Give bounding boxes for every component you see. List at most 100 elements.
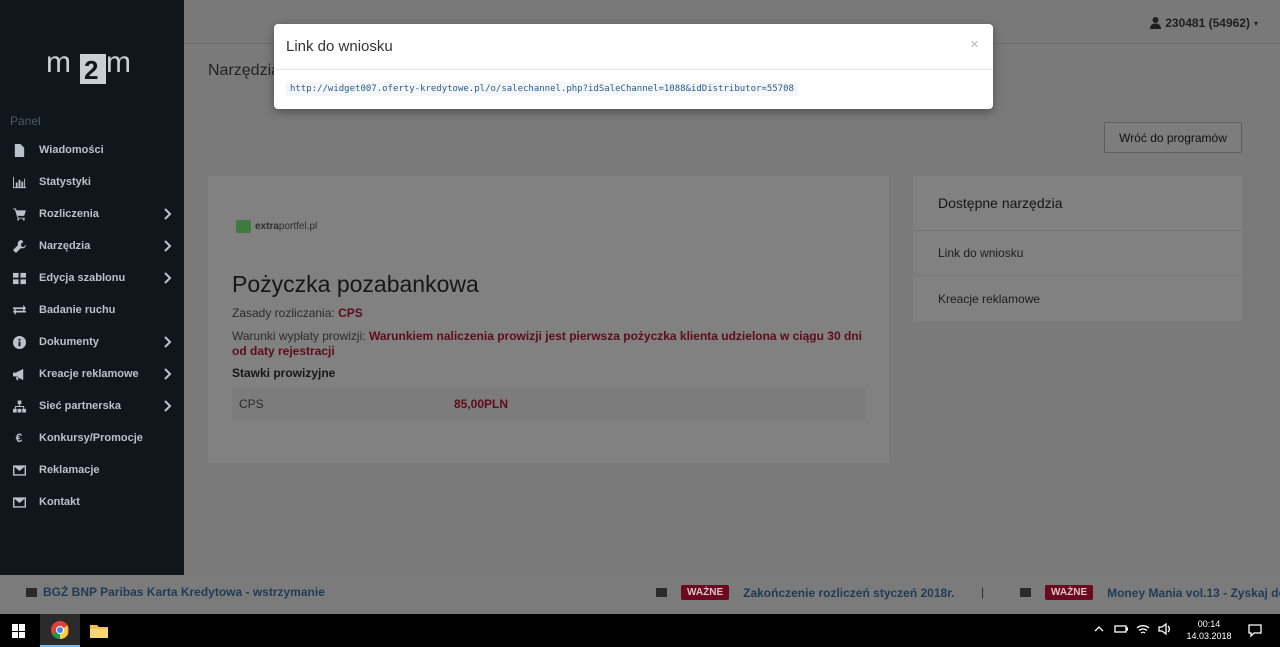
clock-date: 14.03.2018 xyxy=(1186,631,1232,641)
notifications-icon[interactable] xyxy=(1248,623,1262,642)
sidebar-item-rozliczenia[interactable]: Rozliczenia xyxy=(0,198,184,230)
ticker-text: BGŻ BNP Paribas Karta Kredytowa - wstrzy… xyxy=(43,585,325,599)
sidebar-item-kontakt[interactable]: Kontakt xyxy=(0,486,184,518)
envelope-icon xyxy=(26,587,37,597)
link-modal: Link do wniosku × http://widget007.ofert… xyxy=(274,24,993,109)
chevron-up-icon[interactable] xyxy=(1092,622,1106,636)
svg-text:m: m xyxy=(46,46,70,79)
application-link[interactable]: http://widget007.oferty-kredytowe.pl/o/s… xyxy=(286,82,798,96)
wifi-icon[interactable] xyxy=(1136,622,1150,636)
sidebar-item-reklamacje[interactable]: Reklamacje xyxy=(0,454,184,486)
sidebar-item-dokumenty[interactable]: Dokumenty xyxy=(0,326,184,358)
sidebar-item-label: Narzędzia xyxy=(39,240,91,252)
settlement-rules: Zasady rozliczania: CPS xyxy=(232,306,363,320)
sidebar-item-label: Statystyki xyxy=(39,176,91,188)
envelope-icon xyxy=(12,495,26,509)
tools-panel: Dostępne narzędzia Link do wniosku Kreac… xyxy=(913,176,1242,321)
sidebar-item-konkursy-promocje[interactable]: € Konkursy/Promocje xyxy=(0,422,184,454)
sidebar-item-label: Kreacje reklamowe xyxy=(39,368,139,380)
wallet-icon xyxy=(236,220,251,233)
payout-label: Warunki wypłaty prowizji: xyxy=(232,329,366,343)
sidebar-item-siec-partnerska[interactable]: Sieć partnerska xyxy=(0,390,184,422)
important-badge: WAŻNE xyxy=(681,585,730,600)
windows-taskbar: 00:14 14.03.2018 xyxy=(0,614,1280,647)
sidebar-item-edycja-szablonu[interactable]: Edycja szablonu xyxy=(0,262,184,294)
important-badge: WAŻNE xyxy=(1045,585,1094,600)
sidebar: m 2 m Panel Wiadomości Statystyki Rozlic… xyxy=(0,0,184,575)
chevron-right-icon xyxy=(164,368,172,380)
user-menu[interactable]: 230481 (54962) ▾ xyxy=(1150,16,1258,30)
table-row: CPS 85,00PLN xyxy=(232,388,865,420)
payout-conditions: Warunki wypłaty prowizji: Warunkiem nali… xyxy=(232,329,862,359)
folder-icon xyxy=(90,624,108,638)
news-ticker: BGŻ BNP Paribas Karta Kredytowa - wstrzy… xyxy=(0,575,1280,614)
caret-down-icon: ▾ xyxy=(1253,18,1258,28)
battery-icon[interactable] xyxy=(1114,622,1128,636)
settlement-label: Zasady rozliczania: xyxy=(232,306,335,320)
chevron-right-icon xyxy=(164,208,172,220)
back-to-programs-button[interactable]: Wróć do programów xyxy=(1104,122,1242,153)
page-title: Narzędzia xyxy=(208,62,281,79)
chevron-right-icon xyxy=(164,400,172,412)
wrench-icon xyxy=(12,239,26,253)
ticker-item[interactable]: BGŻ BNP Paribas Karta Kredytowa - wstrzy… xyxy=(26,585,325,599)
brand-logo: extraportfel.pl xyxy=(236,220,317,233)
cart-icon xyxy=(12,207,26,221)
sidebar-item-statystyki[interactable]: Statystyki xyxy=(0,166,184,198)
document-icon xyxy=(12,143,26,157)
speaker-icon[interactable] xyxy=(1158,622,1172,636)
file-explorer-taskbar-button[interactable] xyxy=(88,614,110,647)
sidebar-item-label: Reklamacje xyxy=(39,464,100,476)
envelope-icon xyxy=(656,588,667,597)
exchange-icon xyxy=(12,303,26,317)
tool-link-application[interactable]: Link do wniosku xyxy=(913,231,1242,276)
modal-divider xyxy=(274,69,993,70)
sitemap-icon xyxy=(12,399,26,413)
sidebar-nav: Wiadomości Statystyki Rozliczenia Narzęd… xyxy=(0,134,184,518)
sidebar-item-label: Badanie ruchu xyxy=(39,304,116,316)
system-tray xyxy=(1092,622,1172,636)
chevron-right-icon xyxy=(164,272,172,284)
rate-amount: 85,00PLN xyxy=(454,397,509,411)
clock-time: 00:14 xyxy=(1197,619,1221,629)
ticker-text: Zakończenie rozliczeń styczeń 2018r. xyxy=(743,585,955,600)
rates-title: Stawki prowizyjne xyxy=(232,366,336,380)
envelope-icon xyxy=(12,463,26,477)
sidebar-item-label: Edycja szablonu xyxy=(39,272,126,284)
taskbar-clock[interactable]: 00:14 14.03.2018 xyxy=(1184,618,1234,642)
tool-ad-creatives[interactable]: Kreacje reklamowe xyxy=(913,276,1242,321)
sidebar-item-badanie-ruchu[interactable]: Badanie ruchu xyxy=(0,294,184,326)
megaphone-icon xyxy=(12,367,26,381)
sidebar-item-narzedzia[interactable]: Narzędzia xyxy=(0,230,184,262)
svg-text:m: m xyxy=(106,46,130,79)
chrome-icon xyxy=(51,620,69,639)
info-icon xyxy=(12,335,26,349)
ticker-separator: | xyxy=(981,585,985,599)
grid-icon xyxy=(12,271,26,285)
panel-label: Panel xyxy=(10,114,41,128)
ticker-text: Money Mania vol.13 - Zyskaj do xyxy=(1107,585,1280,600)
m2m-logo[interactable]: m 2 m xyxy=(46,44,140,86)
envelope-icon xyxy=(1020,588,1031,597)
user-icon xyxy=(1150,17,1162,29)
chevron-right-icon xyxy=(164,240,172,252)
close-icon[interactable]: × xyxy=(970,36,979,53)
sidebar-item-kreacje-reklamowe[interactable]: Kreacje reklamowe xyxy=(0,358,184,390)
user-id: 230481 (54962) xyxy=(1165,16,1250,30)
sidebar-item-label: Konkursy/Promocje xyxy=(39,432,143,444)
windows-start-icon[interactable] xyxy=(12,624,26,638)
bar-chart-icon xyxy=(12,175,26,189)
sidebar-item-wiadomosci[interactable]: Wiadomości xyxy=(0,134,184,166)
chevron-right-icon xyxy=(164,336,172,348)
sidebar-item-label: Kontakt xyxy=(39,496,80,508)
rate-type: CPS xyxy=(239,397,264,411)
program-card: extraportfel.pl Pożyczka pozabankowa Zas… xyxy=(208,176,889,463)
euro-icon: € xyxy=(15,431,23,445)
tools-title: Dostępne narzędzia xyxy=(913,176,1242,231)
ticker-item[interactable]: WAŻNE Zakończenie rozliczeń styczeń 2018… xyxy=(656,585,955,600)
ticker-item[interactable]: WAŻNE Money Mania vol.13 - Zyskaj do xyxy=(1020,585,1280,600)
sidebar-item-label: Sieć partnerska xyxy=(39,400,121,412)
product-title: Pożyczka pozabankowa xyxy=(232,271,479,297)
svg-text:2: 2 xyxy=(84,55,98,85)
chrome-taskbar-button[interactable] xyxy=(40,614,80,647)
